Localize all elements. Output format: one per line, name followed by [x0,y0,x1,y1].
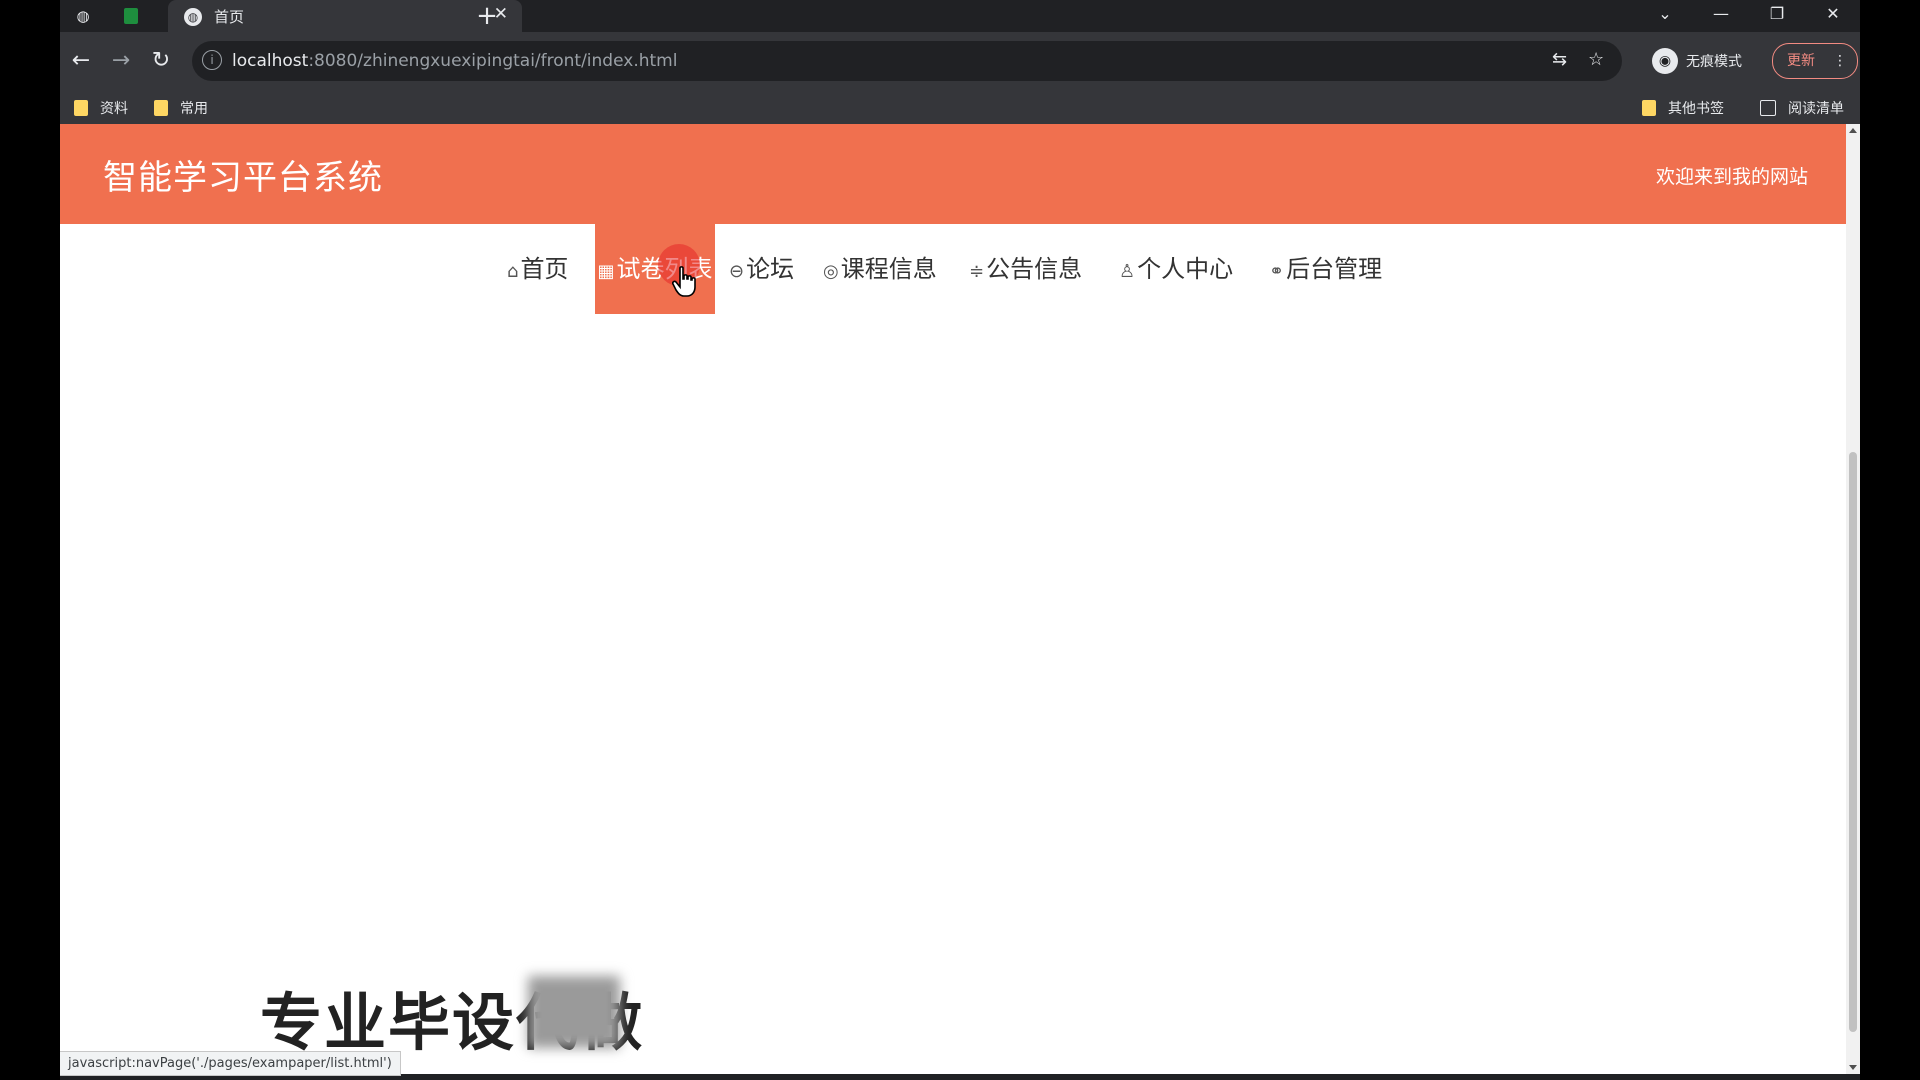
nav-item-notice[interactable]: ≑公告信息 [969,224,1082,314]
incognito-chip[interactable]: ◉ 无痕模式 [1652,43,1758,79]
chevron-down-icon[interactable]: ⌄ [1642,0,1688,28]
home-icon: ⌂ [507,261,519,282]
tab-strip: ◍ ◍ 首页 ✕ + ⌄ — ❐ ✕ [60,0,1860,32]
browser-toolbar: ← → ↻ i localhost:8080/zhinengxuexipingt… [60,32,1860,90]
scroll-up-icon[interactable] [1849,128,1857,133]
course-icon: ◎ [823,261,839,282]
link-status-bubble: javascript:navPage('./pages/exampaper/li… [60,1051,401,1076]
restore-icon[interactable]: ❐ [1754,0,1800,28]
nav-item-course[interactable]: ◎课程信息 [823,224,937,314]
bookmark-label: 资料 [100,101,128,117]
reload-icon[interactable]: ↻ [146,46,176,76]
translate-icon[interactable]: ⇆ [1552,49,1567,70]
scroll-down-icon[interactable] [1849,1065,1857,1070]
star-icon[interactable]: ☆ [1588,49,1604,70]
update-button[interactable]: 更新 ⋮ [1772,43,1858,79]
address-bar[interactable]: i localhost:8080/zhinengxuexipingtai/fro… [192,41,1622,81]
nav-item-label: 后台管理 [1286,255,1383,283]
incognito-icon: ◉ [1652,48,1678,74]
hand-cursor-icon [672,266,696,297]
user-icon: ♙ [1119,261,1136,282]
nav-item-label: 个人中心 [1137,255,1234,283]
link-icon: ⚭ [1269,261,1285,282]
folder-icon [74,100,88,116]
incognito-label: 无痕模式 [1686,54,1742,70]
site-title: 智能学习平台系统 [103,158,383,198]
blur-mask [528,976,620,1048]
nav-item-label: 公告信息 [986,255,1083,283]
nav-item-forum[interactable]: ⊖论坛 [729,224,794,314]
scrollbar-thumb[interactable] [1849,452,1857,1032]
folder-icon [1642,100,1656,116]
other-bookmarks[interactable]: 其他书签 [1642,98,1724,118]
nav-item-label: 论坛 [746,255,795,283]
other-bookmarks-label: 其他书签 [1668,101,1724,117]
update-label: 更新 [1787,53,1815,69]
sheet-app-icon[interactable] [118,4,144,28]
globe-icon[interactable]: ◍ [70,4,96,28]
arrow-right-icon[interactable]: → [106,46,136,76]
bookmark-folder[interactable]: 常用 [154,98,208,118]
site-welcome: 欢迎来到我的网站 [1655,166,1808,188]
window-close-icon[interactable]: ✕ [1810,0,1856,28]
forum-icon: ⊖ [729,261,745,282]
tab-title: 首页 [214,8,245,26]
nav-item-home[interactable]: ⌂首页 [507,224,568,314]
site-nav: ⌂首页 ▦试卷列表 ⊖论坛 ◎课程信息 ≑公告信息 ♙个人中心 [60,224,1846,314]
browser-window: ◍ ◍ 首页 ✕ + ⌄ — ❐ ✕ ← → ↻ i localhost:808… [60,0,1860,1080]
url-text: localhost:8080/zhinengxuexipingtai/front… [232,51,678,71]
page-scrollbar[interactable] [1846,124,1860,1074]
globe-icon: ◍ [184,8,202,26]
exam-icon: ▦ [597,261,615,282]
site-header: 智能学习平台系统 欢迎来到我的网站 [60,124,1846,224]
page-viewport: 智能学习平台系统 欢迎来到我的网站 ⌂首页 ▦试卷列表 ⊖论坛 ◎课程信息 ≑公… [60,124,1846,1074]
screen: ◍ ◍ 首页 ✕ + ⌄ — ❐ ✕ ← → ↻ i localhost:808… [0,0,1920,1080]
plus-icon[interactable]: + [472,0,502,32]
nav-item-label: 课程信息 [840,255,937,283]
minimize-icon[interactable]: — [1698,0,1744,28]
nav-item-admin[interactable]: ⚭后台管理 [1269,224,1382,314]
reading-list-icon [1760,100,1776,116]
reading-list-label: 阅读清单 [1788,101,1844,117]
nav-item-profile[interactable]: ♙个人中心 [1119,224,1233,314]
bookmarks-bar: 资料 常用 其他书签 阅读清单 [60,90,1860,125]
bookmark-label: 常用 [180,101,208,117]
notice-icon: ≑ [969,261,985,282]
nav-item-label: 首页 [520,255,569,283]
kebab-menu-icon[interactable]: ⋮ [1833,44,1847,78]
arrow-left-icon[interactable]: ← [66,46,96,76]
folder-icon [154,100,168,116]
info-icon[interactable]: i [202,50,222,70]
bookmark-folder[interactable]: 资料 [74,98,128,118]
reading-list[interactable]: 阅读清单 [1760,98,1844,118]
tab-active[interactable]: ◍ 首页 ✕ [168,0,522,32]
